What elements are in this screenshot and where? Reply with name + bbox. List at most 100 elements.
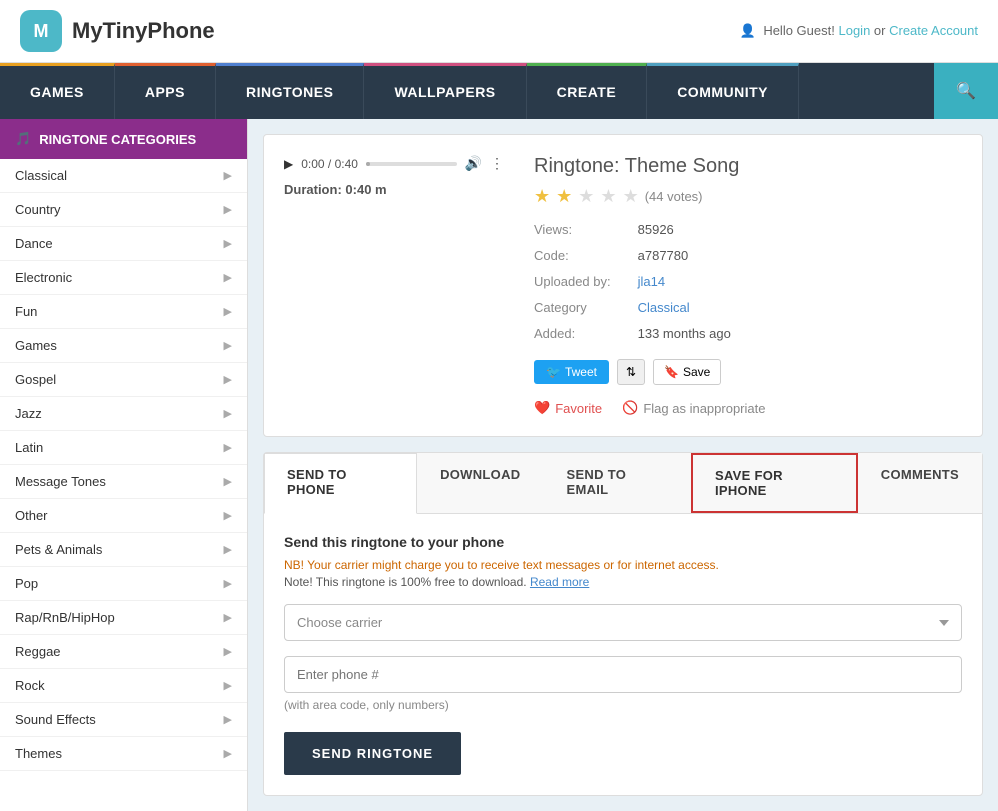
phone-hint: (with area code, only numbers): [284, 698, 962, 712]
star-4[interactable]: ★: [600, 186, 616, 207]
sidebar-item-pets-animals[interactable]: Pets & Animals ▶: [0, 533, 247, 567]
sidebar-item-games[interactable]: Games ▶: [0, 329, 247, 363]
sidebar-item-fun[interactable]: Fun ▶: [0, 295, 247, 329]
views-row: Views: 85926: [534, 217, 962, 243]
logo-text: MyTinyPhone: [72, 18, 215, 44]
chevron-right-icon: ▶: [224, 747, 232, 760]
tab-comments[interactable]: COMMENTS: [858, 453, 982, 513]
user-icon: 👤: [740, 23, 756, 38]
nav-item-wallpapers[interactable]: WALLPAPERS: [364, 63, 526, 119]
flag-icon: 🚫: [622, 400, 638, 416]
chevron-right-icon: ▶: [224, 611, 232, 624]
sidebar-item-dance[interactable]: Dance ▶: [0, 227, 247, 261]
header-auth: 👤 Hello Guest! Login or Create Account: [740, 23, 979, 39]
audio-player: ▶ 0:00 / 0:40 🔊 ⋮: [284, 155, 504, 172]
ringtone-title: Ringtone: Theme Song: [534, 155, 962, 178]
nav-item-apps[interactable]: APPS: [115, 63, 216, 119]
chevron-right-icon: ▶: [224, 679, 232, 692]
sidebar-item-jazz[interactable]: Jazz ▶: [0, 397, 247, 431]
search-button[interactable]: 🔍: [934, 63, 998, 119]
send-title: Send this ringtone to your phone: [284, 534, 962, 550]
main-content: ▶ 0:00 / 0:40 🔊 ⋮ Duration: 0:40 m: [248, 119, 998, 811]
volume-icon[interactable]: 🔊: [465, 155, 482, 172]
uploaded-row: Uploaded by: jla14: [534, 269, 962, 295]
star-rating: ★ ★ ★ ★ ★ (44 votes): [534, 186, 962, 207]
chevron-right-icon: ▶: [224, 271, 232, 284]
tab-save-for-iphone[interactable]: SAVE FOR IPHONE: [691, 453, 858, 513]
code-row: Code: a787780: [534, 243, 962, 269]
nav-item-create[interactable]: CREATE: [527, 63, 648, 119]
tab-send-to-email[interactable]: SEND TO EMAIL: [543, 453, 691, 513]
votes-count: (44 votes): [645, 189, 703, 204]
tabs-section: SEND TO PHONE DOWNLOAD SEND TO EMAIL SAV…: [263, 452, 983, 796]
tweet-button[interactable]: 🐦 Tweet: [534, 360, 609, 384]
nav-item-ringtones[interactable]: RINGTONES: [216, 63, 364, 119]
chevron-right-icon: ▶: [224, 509, 232, 522]
star-1[interactable]: ★: [534, 186, 550, 207]
tab-download[interactable]: DOWNLOAD: [417, 453, 543, 513]
login-link[interactable]: Login: [838, 23, 870, 38]
send-ringtone-button[interactable]: SEND RINGTONE: [284, 732, 461, 775]
phone-input[interactable]: [284, 656, 962, 693]
notice-carrier-charge: NB! Your carrier might charge you to rec…: [284, 558, 962, 572]
share-button[interactable]: ⇅: [617, 359, 645, 385]
create-account-link[interactable]: Create Account: [889, 23, 978, 38]
chevron-right-icon: ▶: [224, 339, 232, 352]
search-icon: 🔍: [956, 81, 976, 101]
star-5[interactable]: ★: [623, 186, 639, 207]
notice-free: Note! This ringtone is 100% free to down…: [284, 575, 962, 589]
sidebar-item-reggae[interactable]: Reggae ▶: [0, 635, 247, 669]
sidebar-item-message-tones[interactable]: Message Tones ▶: [0, 465, 247, 499]
chevron-right-icon: ▶: [224, 441, 232, 454]
nav-item-community[interactable]: COMMUNITY: [647, 63, 799, 119]
tab-send-to-phone[interactable]: SEND TO PHONE: [264, 453, 417, 514]
social-row: 🐦 Tweet ⇅ 🔖 Save: [534, 359, 962, 385]
play-button[interactable]: ▶: [284, 157, 293, 171]
sidebar-item-pop[interactable]: Pop ▶: [0, 567, 247, 601]
main-layout: 🎵 RINGTONE CATEGORIES Classical ▶ Countr…: [0, 119, 998, 811]
sidebar-item-themes[interactable]: Themes ▶: [0, 737, 247, 771]
sidebar-item-classical[interactable]: Classical ▶: [0, 159, 247, 193]
carrier-select[interactable]: Choose carrier: [284, 604, 962, 641]
music-icon: 🎵: [15, 131, 31, 147]
save-button[interactable]: 🔖 Save: [653, 359, 721, 385]
bookmark-icon: 🔖: [664, 365, 679, 379]
sidebar-item-gospel[interactable]: Gospel ▶: [0, 363, 247, 397]
time-display: 0:00 / 0:40: [301, 157, 358, 171]
ringtone-metadata: Views: 85926 Code: a787780 Uploaded by: …: [534, 217, 962, 347]
heart-icon: ❤️: [534, 400, 550, 416]
favorite-button[interactable]: ❤️ Favorite: [534, 400, 602, 416]
sidebar-item-other[interactable]: Other ▶: [0, 499, 247, 533]
sidebar-title: 🎵 RINGTONE CATEGORIES: [0, 119, 247, 159]
sidebar-item-rock[interactable]: Rock ▶: [0, 669, 247, 703]
logo: M MyTinyPhone: [20, 10, 215, 52]
sidebar-item-electronic[interactable]: Electronic ▶: [0, 261, 247, 295]
chevron-right-icon: ▶: [224, 577, 232, 590]
chevron-right-icon: ▶: [224, 169, 232, 182]
category-row: Category Classical: [534, 295, 962, 321]
logo-icon: M: [20, 10, 62, 52]
flag-button[interactable]: 🚫 Flag as inappropriate: [622, 400, 765, 416]
chevron-right-icon: ▶: [224, 543, 232, 556]
player-section: ▶ 0:00 / 0:40 🔊 ⋮ Duration: 0:40 m: [284, 155, 504, 416]
more-options-icon[interactable]: ⋮: [490, 155, 504, 172]
star-2[interactable]: ★: [556, 186, 572, 207]
sidebar-item-rap[interactable]: Rap/RnB/HipHop ▶: [0, 601, 247, 635]
sidebar-item-sound-effects[interactable]: Sound Effects ▶: [0, 703, 247, 737]
read-more-link[interactable]: Read more: [530, 575, 589, 589]
main-nav: GAMES APPS RINGTONES WALLPAPERS CREATE C…: [0, 63, 998, 119]
tabs-bar: SEND TO PHONE DOWNLOAD SEND TO EMAIL SAV…: [264, 453, 982, 514]
tab-content-send-to-phone: Send this ringtone to your phone NB! You…: [264, 514, 982, 795]
twitter-icon: 🐦: [546, 365, 561, 379]
chevron-right-icon: ▶: [224, 373, 232, 386]
progress-bar[interactable]: [366, 162, 457, 166]
added-row: Added: 133 months ago: [534, 321, 962, 347]
star-3[interactable]: ★: [578, 186, 594, 207]
chevron-right-icon: ▶: [224, 305, 232, 318]
header: M MyTinyPhone 👤 Hello Guest! Login or Cr…: [0, 0, 998, 63]
sidebar-item-latin[interactable]: Latin ▶: [0, 431, 247, 465]
greeting-text: Hello Guest!: [763, 23, 835, 38]
sidebar-item-country[interactable]: Country ▶: [0, 193, 247, 227]
duration-display: Duration: 0:40 m: [284, 182, 504, 197]
nav-item-games[interactable]: GAMES: [0, 63, 115, 119]
